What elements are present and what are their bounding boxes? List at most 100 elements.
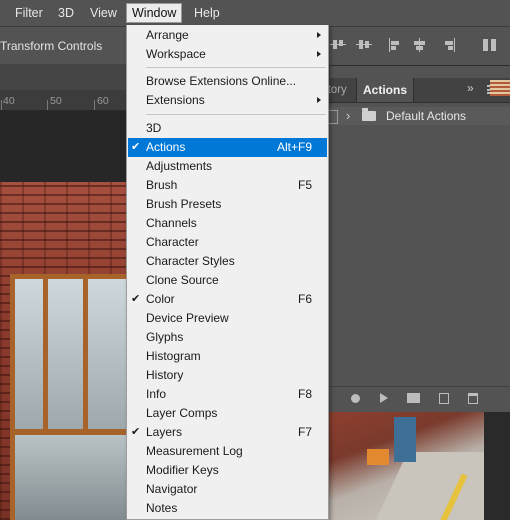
menu-item-3d[interactable]: 3D bbox=[128, 119, 327, 138]
align-top-icon[interactable] bbox=[330, 38, 346, 52]
menu-item-label: Info bbox=[146, 387, 167, 401]
menu-window[interactable]: Window bbox=[126, 3, 183, 23]
menu-filter[interactable]: Filter bbox=[10, 4, 48, 22]
menu-view[interactable]: View bbox=[85, 4, 122, 22]
action-set-label: Default Actions bbox=[386, 109, 467, 123]
window-menu-dropdown: Arrange Workspace Browse Extensions Onli… bbox=[126, 25, 329, 520]
menu-item-character[interactable]: Character bbox=[128, 233, 327, 252]
photo-crate bbox=[367, 449, 389, 465]
menu-item-label: Color bbox=[146, 292, 175, 306]
menu-item-label: 3D bbox=[146, 121, 162, 135]
menu-item-channels[interactable]: Channels bbox=[128, 214, 327, 233]
menu-item-extensions[interactable]: Extensions bbox=[128, 91, 327, 110]
distribute-icon[interactable] bbox=[482, 38, 498, 52]
menu-item-navigator[interactable]: Navigator bbox=[128, 480, 327, 499]
menu-item-label: Histogram bbox=[146, 349, 201, 363]
collapse-panel-icon[interactable]: » bbox=[467, 81, 474, 95]
toggle-dialog-icon[interactable] bbox=[329, 110, 338, 124]
menu-separator bbox=[146, 67, 326, 68]
thumbnail-strip bbox=[490, 80, 510, 96]
menu-item-shortcut: F8 bbox=[297, 387, 312, 401]
chevron-right-icon[interactable]: › bbox=[346, 107, 350, 125]
menu-item-label: Device Preview bbox=[146, 311, 229, 325]
menu-item-adjustments[interactable]: Adjustments bbox=[128, 157, 327, 176]
menu-item-label: Browse Extensions Online... bbox=[146, 74, 297, 88]
menu-item-label: Glyphs bbox=[146, 330, 184, 344]
menu-item-label: Brush bbox=[146, 178, 178, 192]
canvas-photo[interactable] bbox=[0, 182, 130, 520]
panel-tab-bar: History Actions » bbox=[329, 78, 510, 103]
record-icon[interactable] bbox=[351, 394, 360, 403]
menu-item-shortcut: Alt+F9 bbox=[276, 140, 312, 154]
ruler-tick-label: 60 bbox=[97, 95, 109, 107]
menu-item-glyphs[interactable]: Glyphs bbox=[128, 328, 327, 347]
menu-item-actions[interactable]: ✔ Actions Alt+F9 bbox=[128, 138, 327, 157]
folder-icon bbox=[362, 108, 376, 121]
menu-item-label: Actions bbox=[146, 140, 186, 154]
menu-item-label: Character bbox=[146, 235, 199, 249]
action-set-row[interactable]: › Default Actions bbox=[329, 107, 510, 125]
menu-item-label: Layers bbox=[146, 425, 183, 439]
menu-item-measurement-log[interactable]: Measurement Log bbox=[128, 442, 327, 461]
ruler-line bbox=[94, 100, 95, 110]
menu-item-layer-comps[interactable]: Layer Comps bbox=[128, 404, 327, 423]
menu-item-color[interactable]: ✔ Color F6 bbox=[128, 290, 327, 309]
menu-item-modifier-keys[interactable]: Modifier Keys bbox=[128, 461, 327, 480]
submenu-arrow-icon bbox=[317, 32, 321, 38]
menu-item-label: Adjustments bbox=[146, 159, 213, 173]
menu-item-history[interactable]: History bbox=[128, 366, 327, 385]
menu-item-label: Layer Comps bbox=[146, 406, 218, 420]
play-icon[interactable] bbox=[380, 393, 388, 403]
submenu-arrow-icon bbox=[317, 51, 321, 57]
menu-item-label: Arrange bbox=[146, 28, 189, 42]
menu-item-label: Clone Source bbox=[146, 273, 219, 287]
trash-icon[interactable] bbox=[468, 393, 478, 404]
menu-item-notes[interactable]: Notes bbox=[128, 499, 327, 518]
menu-item-brush[interactable]: Brush F5 bbox=[128, 176, 327, 195]
photo-window-upper bbox=[10, 274, 130, 434]
menu-item-arrange[interactable]: Arrange bbox=[128, 26, 327, 45]
checkmark-icon: ✔ bbox=[131, 426, 141, 438]
ruler-line bbox=[47, 100, 48, 110]
menu-item-label: Navigator bbox=[146, 482, 198, 496]
new-set-folder-icon[interactable] bbox=[407, 393, 420, 403]
menu-item-layers[interactable]: ✔ Layers F7 bbox=[128, 423, 327, 442]
menu-item-label: Workspace bbox=[146, 47, 206, 61]
menu-item-shortcut: F5 bbox=[297, 178, 312, 192]
menu-item-label: Brush Presets bbox=[146, 197, 222, 211]
align-left-icon[interactable] bbox=[388, 38, 404, 52]
menu-item-info[interactable]: Info F8 bbox=[128, 385, 327, 404]
canvas-photo-right[interactable] bbox=[329, 412, 484, 520]
checkmark-icon: ✔ bbox=[131, 141, 141, 153]
new-action-icon[interactable] bbox=[439, 393, 449, 404]
checkmark-icon: ✔ bbox=[131, 293, 141, 305]
menu-item-label: Measurement Log bbox=[146, 444, 243, 458]
align-right-icon[interactable] bbox=[440, 38, 456, 52]
menu-item-label: Extensions bbox=[146, 93, 205, 107]
align-hcenter-icon[interactable] bbox=[412, 38, 428, 52]
menu-3d[interactable]: 3D bbox=[53, 4, 79, 22]
menu-item-character-styles[interactable]: Character Styles bbox=[128, 252, 327, 271]
photo-blue-door bbox=[394, 417, 416, 462]
submenu-arrow-icon bbox=[317, 97, 321, 103]
align-vcenter-icon[interactable] bbox=[356, 38, 372, 52]
tab-history-label: History bbox=[329, 84, 347, 96]
menu-item-histogram[interactable]: Histogram bbox=[128, 347, 327, 366]
tab-history[interactable]: History bbox=[329, 78, 353, 102]
menu-item-clone-source[interactable]: Clone Source bbox=[128, 271, 327, 290]
menu-item-label: Notes bbox=[146, 501, 178, 515]
tab-actions[interactable]: Actions bbox=[356, 78, 414, 102]
menu-item-shortcut: F7 bbox=[297, 425, 312, 439]
menu-item-device-preview[interactable]: Device Preview bbox=[128, 309, 327, 328]
menu-item-shortcut: F6 bbox=[297, 292, 312, 306]
menu-item-workspace[interactable]: Workspace bbox=[128, 45, 327, 64]
transform-controls-label[interactable]: Transform Controls bbox=[0, 39, 102, 53]
ruler-tick-label: 40 bbox=[3, 95, 15, 107]
ruler-tick-label: 50 bbox=[50, 95, 62, 107]
menu-item-brush-presets[interactable]: Brush Presets bbox=[128, 195, 327, 214]
menu-help[interactable]: Help bbox=[189, 4, 225, 22]
photo-window-lower bbox=[10, 430, 130, 520]
menu-bar: Filter 3D View Window Help bbox=[0, 0, 510, 26]
menu-item-browse-extensions[interactable]: Browse Extensions Online... bbox=[128, 72, 327, 91]
menu-item-label: Modifier Keys bbox=[146, 463, 219, 477]
